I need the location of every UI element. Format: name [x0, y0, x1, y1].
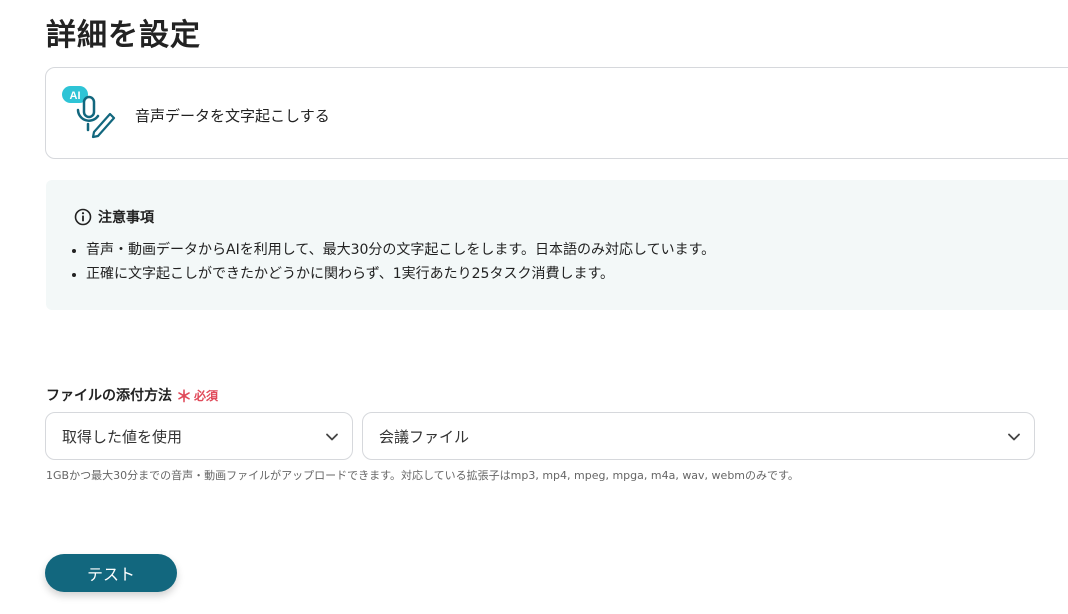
file-select-value: 会議ファイル [379, 427, 470, 446]
notice-item: 正確に文字起こしができたかどうかに関わらず、1実行あたり25タスク消費します。 [86, 262, 715, 286]
help-text: 1GBかつ最大30分までの音声・動画ファイルがアップロードできます。対応している… [46, 469, 799, 482]
detail-settings-page: 詳細を設定 AI 音声データを文字起こしする 注意事項 音声・動画データからAI… [0, 0, 1068, 614]
field-label: ファイルの添付方法 ＊ 必須 [46, 383, 218, 407]
page-title: 詳細を設定 [46, 18, 201, 53]
notice-heading: 注意事項 [74, 207, 154, 227]
test-button[interactable]: テスト [45, 554, 177, 592]
action-card[interactable]: AI 音声データを文字起こしする [45, 67, 1068, 159]
required-text: 必須 [194, 388, 219, 403]
action-label: 音声データを文字起こしする [135, 107, 330, 125]
ai-badge-text: AI [70, 90, 81, 102]
file-select[interactable]: 会議ファイル [362, 412, 1035, 460]
source-select-value: 取得した値を使用 [62, 427, 183, 446]
notice-item: 音声・動画データからAIを利用して、最大30分の文字起こしをします。日本語のみ対… [86, 238, 715, 262]
required-mark: ＊ [176, 387, 193, 406]
field-label-text: ファイルの添付方法 [46, 388, 172, 404]
notice-box: 注意事項 音声・動画データからAIを利用して、最大30分の文字起こしをします。日… [46, 180, 1068, 310]
info-icon [74, 208, 92, 226]
notice-list: 音声・動画データからAIを利用して、最大30分の文字起こしをします。日本語のみ対… [68, 238, 715, 286]
chevron-down-icon [1008, 433, 1020, 441]
microphone-pen-icon: AI [62, 86, 116, 139]
source-select[interactable]: 取得した値を使用 [45, 412, 353, 460]
notice-heading-text: 注意事項 [98, 210, 154, 226]
chevron-down-icon [326, 433, 338, 441]
